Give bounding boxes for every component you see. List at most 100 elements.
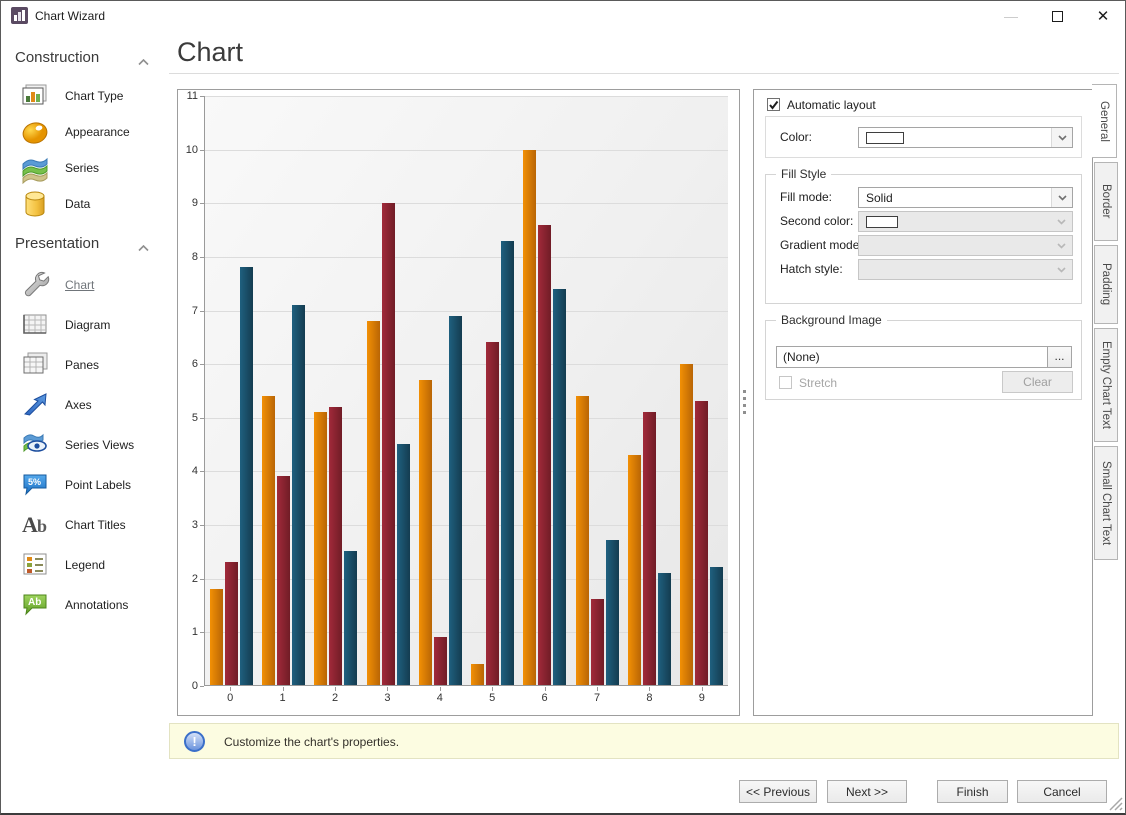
- sidebar-item-panes[interactable]: Panes: [1, 345, 169, 385]
- sidebar-item-chart[interactable]: Chart: [1, 265, 169, 305]
- sidebar-item-data[interactable]: Data: [1, 187, 169, 223]
- bar-group-7: [575, 96, 620, 685]
- sidebar-item-point-labels[interactable]: 5% Point Labels: [1, 465, 169, 505]
- x-axis-tick: [335, 687, 336, 691]
- x-axis-tick: [230, 687, 231, 691]
- status-message: Customize the chart's properties.: [224, 735, 399, 749]
- finish-button[interactable]: Finish: [937, 780, 1008, 803]
- point-labels-icon: 5%: [19, 468, 51, 500]
- bar-series-2-x0: [225, 562, 238, 685]
- bar-series-1-x4: [419, 380, 432, 685]
- tab-label: General: [1098, 101, 1110, 142]
- bar-series-3-x4: [449, 316, 462, 685]
- chart-type-icon: [19, 80, 51, 112]
- second-color-label: Second color:: [780, 214, 853, 228]
- browse-button[interactable]: ...: [1047, 346, 1072, 368]
- bar-series-3-x6: [553, 289, 566, 685]
- bar-series-3-x3: [397, 444, 410, 685]
- tab-border[interactable]: Border: [1094, 162, 1118, 241]
- bar-series-1-x0: [210, 589, 223, 685]
- next-button[interactable]: Next >>: [827, 780, 907, 803]
- maximize-button[interactable]: [1037, 1, 1077, 31]
- bar-group-1: [261, 96, 306, 685]
- bar-series-1-x1: [262, 396, 275, 685]
- automatic-layout-label: Automatic layout: [787, 98, 876, 112]
- x-axis-tick-label: 1: [271, 692, 295, 704]
- info-icon: !: [184, 731, 205, 752]
- y-axis-tick: [200, 96, 204, 97]
- chevron-up-icon[interactable]: [138, 239, 149, 257]
- panel-splitter-handle[interactable]: [742, 390, 747, 414]
- tab-general[interactable]: General: [1092, 84, 1117, 158]
- x-axis-tick-label: 6: [533, 692, 557, 704]
- chevron-down-icon: [1051, 128, 1072, 147]
- color-combobox[interactable]: [858, 127, 1073, 148]
- previous-button[interactable]: << Previous: [739, 780, 817, 803]
- legend-icon: [19, 548, 51, 580]
- sidebar-item-series[interactable]: Series: [1, 151, 169, 187]
- y-axis-tick-label: 8: [178, 251, 198, 263]
- x-axis-tick-label: 0: [218, 692, 242, 704]
- color-swatch: [866, 132, 904, 144]
- x-axis-tick-label: 8: [637, 692, 661, 704]
- sidebar-item-label: Annotations: [65, 598, 128, 612]
- bar-series-3-x0: [240, 267, 253, 685]
- stretch-checkbox: [779, 376, 792, 389]
- bar-series-1-x3: [367, 321, 380, 685]
- sidebar-item-label: Appearance: [65, 125, 130, 139]
- y-axis-tick: [200, 418, 204, 419]
- sidebar-item-chart-titles[interactable]: AbChart Titles: [1, 505, 169, 545]
- x-axis-tick: [597, 687, 598, 691]
- bar-group-2: [313, 96, 358, 685]
- close-button[interactable]: ✕: [1083, 1, 1123, 31]
- tab-small-chart-text[interactable]: Small Chart Text: [1094, 446, 1118, 560]
- bar-groups: [205, 96, 728, 685]
- resize-grip[interactable]: [1107, 795, 1123, 811]
- diagram-icon: [19, 308, 51, 340]
- annotations-icon: Ab: [19, 588, 51, 620]
- bar-series-1-x5: [471, 664, 484, 685]
- bar-group-4: [418, 96, 463, 685]
- sidebar-item-label: Chart Type: [65, 89, 123, 103]
- cancel-button[interactable]: Cancel: [1017, 780, 1107, 803]
- chart-wizard-window: Chart Wizard — ✕ ConstructionChart TypeA…: [0, 0, 1126, 815]
- sidebar-item-series-views[interactable]: Series Views: [1, 425, 169, 465]
- sidebar-item-legend[interactable]: Legend: [1, 545, 169, 585]
- sidebar-item-axes[interactable]: Axes: [1, 385, 169, 425]
- sidebar-item-appearance[interactable]: Appearance: [1, 115, 169, 151]
- bar-series-1-x2: [314, 412, 327, 685]
- y-axis-tick: [200, 257, 204, 258]
- sidebar-item-label: Point Labels: [65, 478, 131, 492]
- y-axis-tick: [200, 203, 204, 204]
- bar-series-3-x5: [501, 241, 514, 685]
- wizard-sidebar: Construction Chart Type Appearance SeriesDa…: [1, 37, 169, 625]
- sidebar-section-header-construction[interactable]: Construction: [1, 47, 169, 71]
- x-axis-tick-label: 3: [375, 692, 399, 704]
- svg-text:A: A: [22, 512, 38, 537]
- x-axis-tick: [387, 687, 388, 691]
- y-axis-tick: [200, 364, 204, 365]
- sidebar-item-label: Series Views: [65, 438, 134, 452]
- app-icon: [11, 7, 28, 24]
- sidebar-section-header-presentation[interactable]: Presentation: [1, 233, 169, 257]
- y-axis-tick-label: 1: [178, 626, 198, 638]
- tab-padding[interactable]: Padding: [1094, 245, 1118, 324]
- x-axis-tick: [440, 687, 441, 691]
- chart-preview-panel: 012345678910110123456789: [177, 89, 740, 716]
- bar-series-2-x1: [277, 476, 290, 685]
- tab-empty-chart-text[interactable]: Empty Chart Text: [1094, 328, 1118, 442]
- bar-series-3-x8: [658, 573, 671, 685]
- chevron-up-icon[interactable]: [138, 53, 149, 71]
- color-group: Color:: [765, 116, 1082, 158]
- automatic-layout-checkbox[interactable]: [767, 98, 780, 111]
- stretch-label: Stretch: [799, 376, 837, 390]
- y-axis-tick: [200, 150, 204, 151]
- sidebar-item-annotations[interactable]: Ab Annotations: [1, 585, 169, 625]
- sidebar-item-diagram[interactable]: Diagram: [1, 305, 169, 345]
- sidebar-item-label: Diagram: [65, 318, 110, 332]
- background-image-path-field[interactable]: (None): [776, 346, 1048, 368]
- svg-text:Ab: Ab: [28, 597, 41, 608]
- sidebar-item-chart-type[interactable]: Chart Type: [1, 79, 169, 115]
- window-title: Chart Wizard: [35, 9, 105, 23]
- fill-mode-combobox[interactable]: Solid: [858, 187, 1073, 208]
